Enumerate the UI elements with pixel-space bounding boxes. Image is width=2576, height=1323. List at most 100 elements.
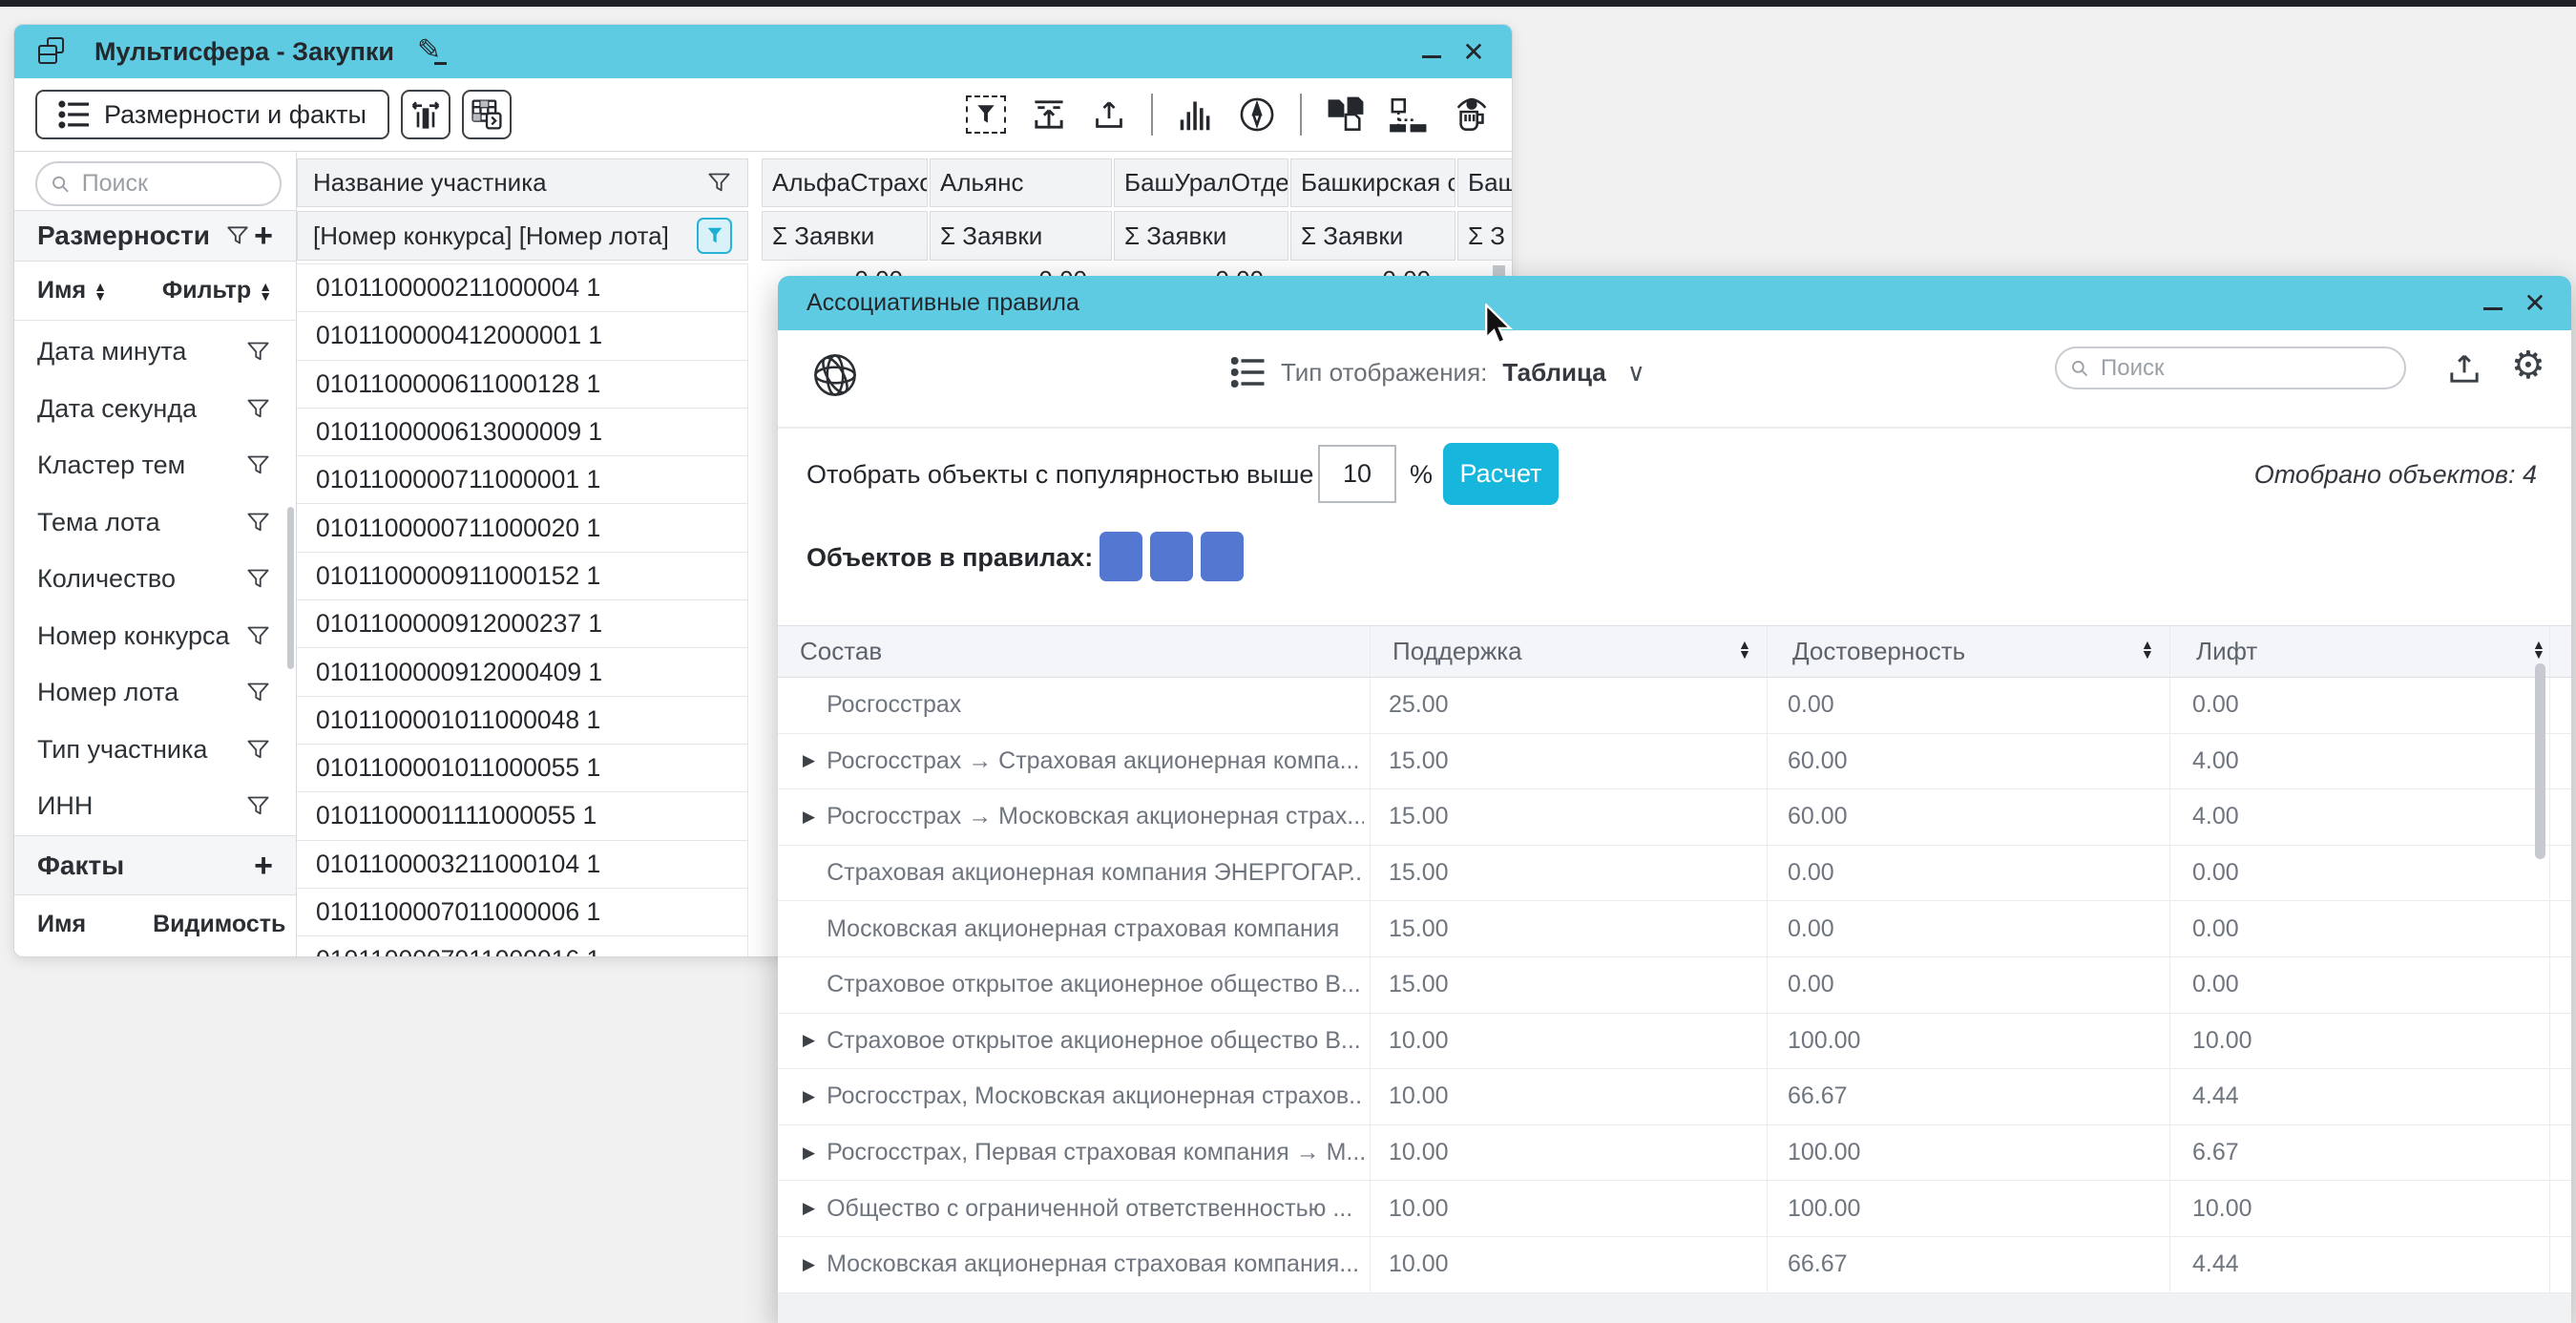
pivot-row[interactable]: 0101100000711000001 1 <box>297 456 748 504</box>
filter-icon[interactable] <box>245 396 271 422</box>
filter-icon[interactable] <box>245 793 271 819</box>
facts-section-header[interactable]: Факты + <box>14 835 296 895</box>
bar-chart-icon[interactable] <box>1178 97 1214 132</box>
pivot-row[interactable]: 0101100000613000009 1 <box>297 409 748 456</box>
dimensions-section-header[interactable]: Размерности + <box>14 210 296 262</box>
rule-row[interactable]: ▶ Московская акционерная страховая компа… <box>778 901 2571 957</box>
column-header[interactable]: Альянс <box>930 158 1112 207</box>
measure-header[interactable]: Σ Заявки <box>930 211 1112 261</box>
rule-size-button[interactable] <box>1150 532 1193 581</box>
support-header[interactable]: Поддержка <box>1393 626 1522 677</box>
pivot-row[interactable]: 0101100000211000004 1 <box>297 264 748 312</box>
rule-row[interactable]: ▶ Росгосстрах 25.00 0.00 0.00 <box>778 678 2571 734</box>
dimension-item[interactable]: Количество <box>14 551 296 608</box>
measure-header[interactable]: Σ Заявки <box>1114 211 1288 261</box>
rule-row[interactable]: ▶ Страховое открытое акционерное обществ… <box>778 957 2571 1014</box>
rule-row[interactable]: ▶ Росгосстрах → Страховая акционерная ко… <box>778 734 2571 790</box>
filter-icon[interactable] <box>245 737 271 763</box>
sort-icon[interactable]: ▲▼ <box>2141 640 2154 659</box>
dimension-item[interactable]: Тип участника <box>14 722 296 779</box>
sidebar-scrollbar[interactable] <box>287 507 294 669</box>
dimension-item[interactable]: Номер конкурса <box>14 608 296 665</box>
column-header[interactable]: Баш <box>1457 158 1512 207</box>
dialog-minimize-button[interactable] <box>2472 283 2514 325</box>
dialog-search-input[interactable] <box>2099 354 2391 383</box>
measure-header[interactable]: Σ З <box>1457 211 1512 261</box>
main-titlebar[interactable]: Мультисфера - Закупки ✎ ✕ <box>14 25 1512 78</box>
dimension-item[interactable]: Кластер тем <box>14 437 296 494</box>
name-column-header[interactable]: Имя▲▼ <box>37 277 107 304</box>
export-icon[interactable] <box>1092 97 1126 132</box>
close-button[interactable]: ✕ <box>1453 31 1495 73</box>
dialog-titlebar[interactable]: Ассоциативные правила ✕ <box>778 276 2571 330</box>
pivot-row[interactable]: 0101100000711000020 1 <box>297 504 748 552</box>
expand-arrow-icon[interactable]: ▶ <box>803 1255 815 1274</box>
settings-gear-icon[interactable]: ⚙ <box>2511 346 2545 385</box>
lift-header[interactable]: Лифт <box>2196 626 2257 677</box>
import-icon[interactable] <box>1031 97 1067 132</box>
pivot-row[interactable]: 0101100001011000055 1 <box>297 745 748 792</box>
sort-icon[interactable]: ▲▼ <box>94 282 107 301</box>
dimension-item[interactable]: ИНН <box>14 778 296 835</box>
rule-row[interactable]: ▶ Росгосстрах, Первая страховая компания… <box>778 1125 2571 1182</box>
filter-icon[interactable] <box>706 170 732 196</box>
minimize-button[interactable] <box>1411 31 1453 73</box>
measure-header[interactable]: Σ Заявки <box>762 211 928 261</box>
measure-header[interactable]: Σ Заявки <box>1290 211 1456 261</box>
column-header[interactable]: Башкирская ст <box>1290 158 1456 207</box>
active-filter-icon[interactable] <box>697 218 732 254</box>
pivot-row[interactable]: 0101100000412000001 1 <box>297 312 748 360</box>
sort-icon[interactable]: ▲▼ <box>2532 640 2545 659</box>
pivot-row[interactable]: 0101100001111000055 1 <box>297 792 748 840</box>
filter-icon[interactable] <box>245 452 271 478</box>
sidebar-search[interactable] <box>35 161 282 206</box>
compass-icon[interactable] <box>1239 96 1275 133</box>
dialog-scrollbar[interactable] <box>2535 663 2545 859</box>
pivot-row[interactable]: 0101100000911000152 1 <box>297 553 748 600</box>
copy-icon[interactable] <box>1327 96 1365 133</box>
expand-arrow-icon[interactable]: ▶ <box>803 1031 815 1050</box>
dimension-item[interactable]: Номер лота <box>14 664 296 722</box>
add-dimension-button[interactable]: + <box>254 220 273 252</box>
row-header-title-cell[interactable]: Название участника <box>297 158 748 207</box>
rule-row[interactable]: ▶ Общество с ограниченной ответственност… <box>778 1181 2571 1237</box>
dimensions-filter-icon[interactable] <box>225 223 250 248</box>
rule-row[interactable]: ▶ Страховое открытое акционерное обществ… <box>778 1014 2571 1070</box>
confidence-header[interactable]: Достоверность <box>1792 626 1965 677</box>
pivot-row[interactable]: 0101100007011000006 1 <box>297 889 748 936</box>
fit-columns-button[interactable] <box>401 90 450 139</box>
dialog-export-icon[interactable] <box>2446 350 2482 387</box>
dialog-search[interactable] <box>2055 346 2406 389</box>
filter-icon[interactable] <box>245 680 271 705</box>
filter-icon[interactable] <box>245 339 271 365</box>
pivot-row[interactable]: 0101100007011000016 1 <box>297 936 748 956</box>
row-header-key-cell[interactable]: [Номер конкурса] [Номер лота] <box>297 211 748 261</box>
filter-icon[interactable] <box>245 510 271 536</box>
sort-icon[interactable]: ▲▼ <box>1738 640 1751 659</box>
pivot-row[interactable]: 0101100000611000128 1 <box>297 361 748 409</box>
add-fact-button[interactable]: + <box>254 850 273 882</box>
filter-icon[interactable] <box>245 623 271 649</box>
expand-arrow-icon[interactable]: ▶ <box>803 1144 815 1163</box>
expand-arrow-icon[interactable]: ▶ <box>803 1087 815 1106</box>
sort-icon[interactable]: ▲▼ <box>259 282 272 301</box>
calculate-button[interactable]: Расчет <box>1443 443 1559 505</box>
expand-arrow-icon[interactable]: ▶ <box>803 751 815 770</box>
pivot-row[interactable]: 0101100001011000048 1 <box>297 697 748 745</box>
pivot-row[interactable]: 0101100000912000237 1 <box>297 600 748 648</box>
dimension-item[interactable]: Тема лота <box>14 494 296 552</box>
column-header[interactable]: БашУралОтдел <box>1114 158 1288 207</box>
watch-eye-icon[interactable] <box>1453 95 1491 134</box>
tree-view-icon[interactable] <box>1390 96 1428 133</box>
view-type-selector[interactable]: Тип отображения: Таблица ∨ <box>1231 356 1645 388</box>
dimension-item[interactable]: Дата секунда <box>14 381 296 438</box>
column-header[interactable]: АльфаСтрахова <box>762 158 928 207</box>
composition-header[interactable]: Состав <box>800 626 882 677</box>
pivot-row[interactable]: 0101100003211000104 1 <box>297 841 748 889</box>
dimensions-facts-button[interactable]: Размерности и факты <box>35 90 389 139</box>
dimension-item[interactable]: Дата минута <box>14 324 296 381</box>
rule-size-button[interactable] <box>1100 532 1142 581</box>
rule-row[interactable]: ▶ Страховая акционерная компания ЭНЕРГОГ… <box>778 846 2571 902</box>
filter-icon[interactable] <box>245 566 271 592</box>
rule-row[interactable]: ▶ Московская акционерная страховая компа… <box>778 1237 2571 1293</box>
